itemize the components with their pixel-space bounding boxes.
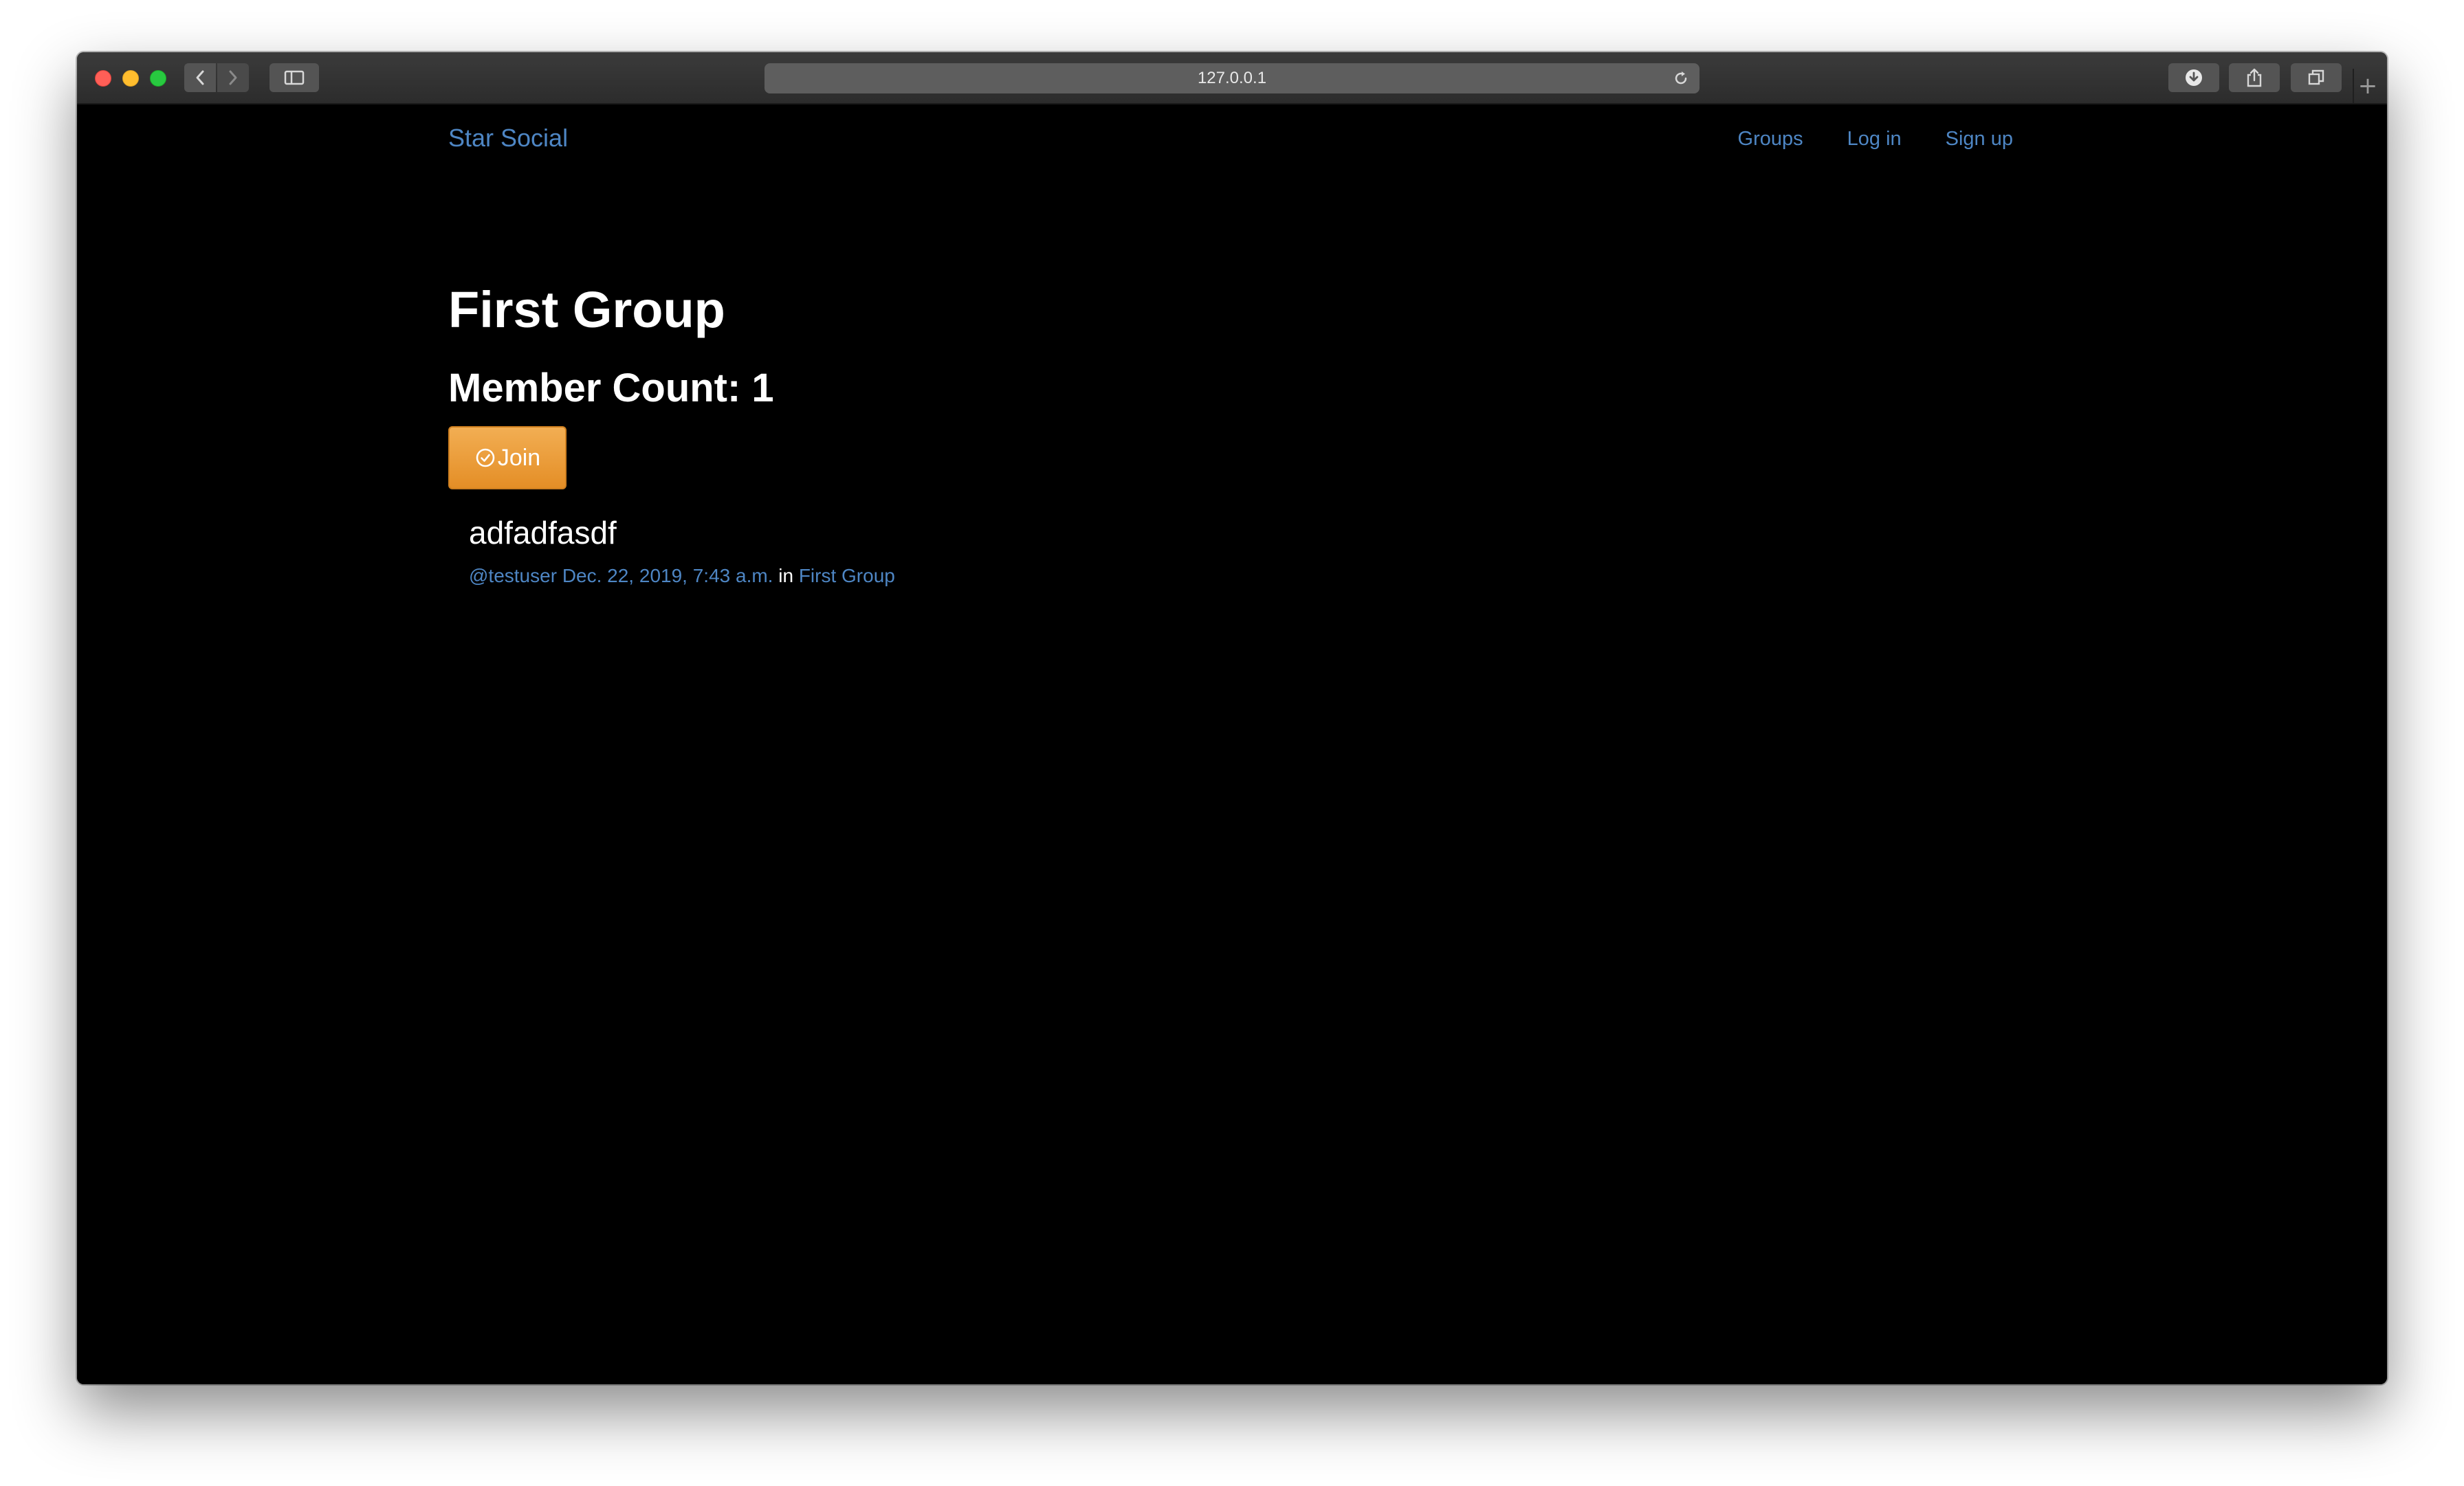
- nav-link-login[interactable]: Log in: [1847, 128, 1902, 151]
- download-icon: [2186, 69, 2202, 86]
- chevron-left-icon: [196, 70, 204, 85]
- post-timestamp-link[interactable]: Dec. 22, 2019, 7:43 a.m.: [562, 565, 773, 586]
- new-tab-button[interactable]: +: [2353, 69, 2382, 103]
- back-button[interactable]: [184, 63, 216, 92]
- nav-link-signup[interactable]: Sign up: [1946, 128, 2013, 151]
- downloads-button[interactable]: [2168, 63, 2219, 92]
- page-content: Star Social Groups Log in Sign up First …: [77, 104, 2387, 1384]
- sidebar-toggle-button[interactable]: [270, 63, 319, 92]
- brand-link[interactable]: Star Social: [448, 124, 568, 153]
- tabs-icon: [2308, 69, 2324, 85]
- post-meta: @testuser Dec. 22, 2019, 7:43 a.m. in Fi…: [469, 565, 895, 587]
- nav-link-groups[interactable]: Groups: [1738, 128, 1803, 151]
- tab-overview-button[interactable]: [2291, 63, 2342, 92]
- forward-button[interactable]: [217, 63, 249, 92]
- chevron-right-icon: [229, 70, 237, 85]
- member-count: Member Count: 1: [448, 366, 774, 410]
- minimize-window-button[interactable]: [122, 70, 139, 87]
- join-button[interactable]: Join: [448, 426, 566, 489]
- post-in-label: in: [778, 565, 794, 586]
- close-window-button[interactable]: [95, 70, 111, 87]
- browser-window: 127.0.0.1 + Star Social Groups Log in Si…: [77, 52, 2387, 1384]
- browser-toolbar: 127.0.0.1 +: [77, 52, 2387, 104]
- check-circle-icon: [476, 448, 495, 467]
- zoom-window-button[interactable]: [150, 70, 166, 87]
- share-button[interactable]: [2229, 63, 2280, 92]
- post-group-link[interactable]: First Group: [799, 565, 895, 586]
- post-item: adfadfasdf @testuser Dec. 22, 2019, 7:43…: [469, 517, 895, 587]
- join-label: Join: [497, 444, 541, 471]
- share-icon: [2247, 68, 2262, 87]
- reload-icon[interactable]: [1672, 69, 1690, 87]
- post-author-link[interactable]: @testuser: [469, 565, 557, 586]
- page-title: First Group: [448, 281, 725, 338]
- address-text: 127.0.0.1: [1197, 69, 1267, 87]
- top-nav: Groups Log in Sign up: [1738, 128, 2013, 151]
- sidebar-icon: [284, 70, 305, 85]
- address-bar[interactable]: 127.0.0.1: [764, 63, 1700, 93]
- post-text: adfadfasdf: [469, 515, 617, 551]
